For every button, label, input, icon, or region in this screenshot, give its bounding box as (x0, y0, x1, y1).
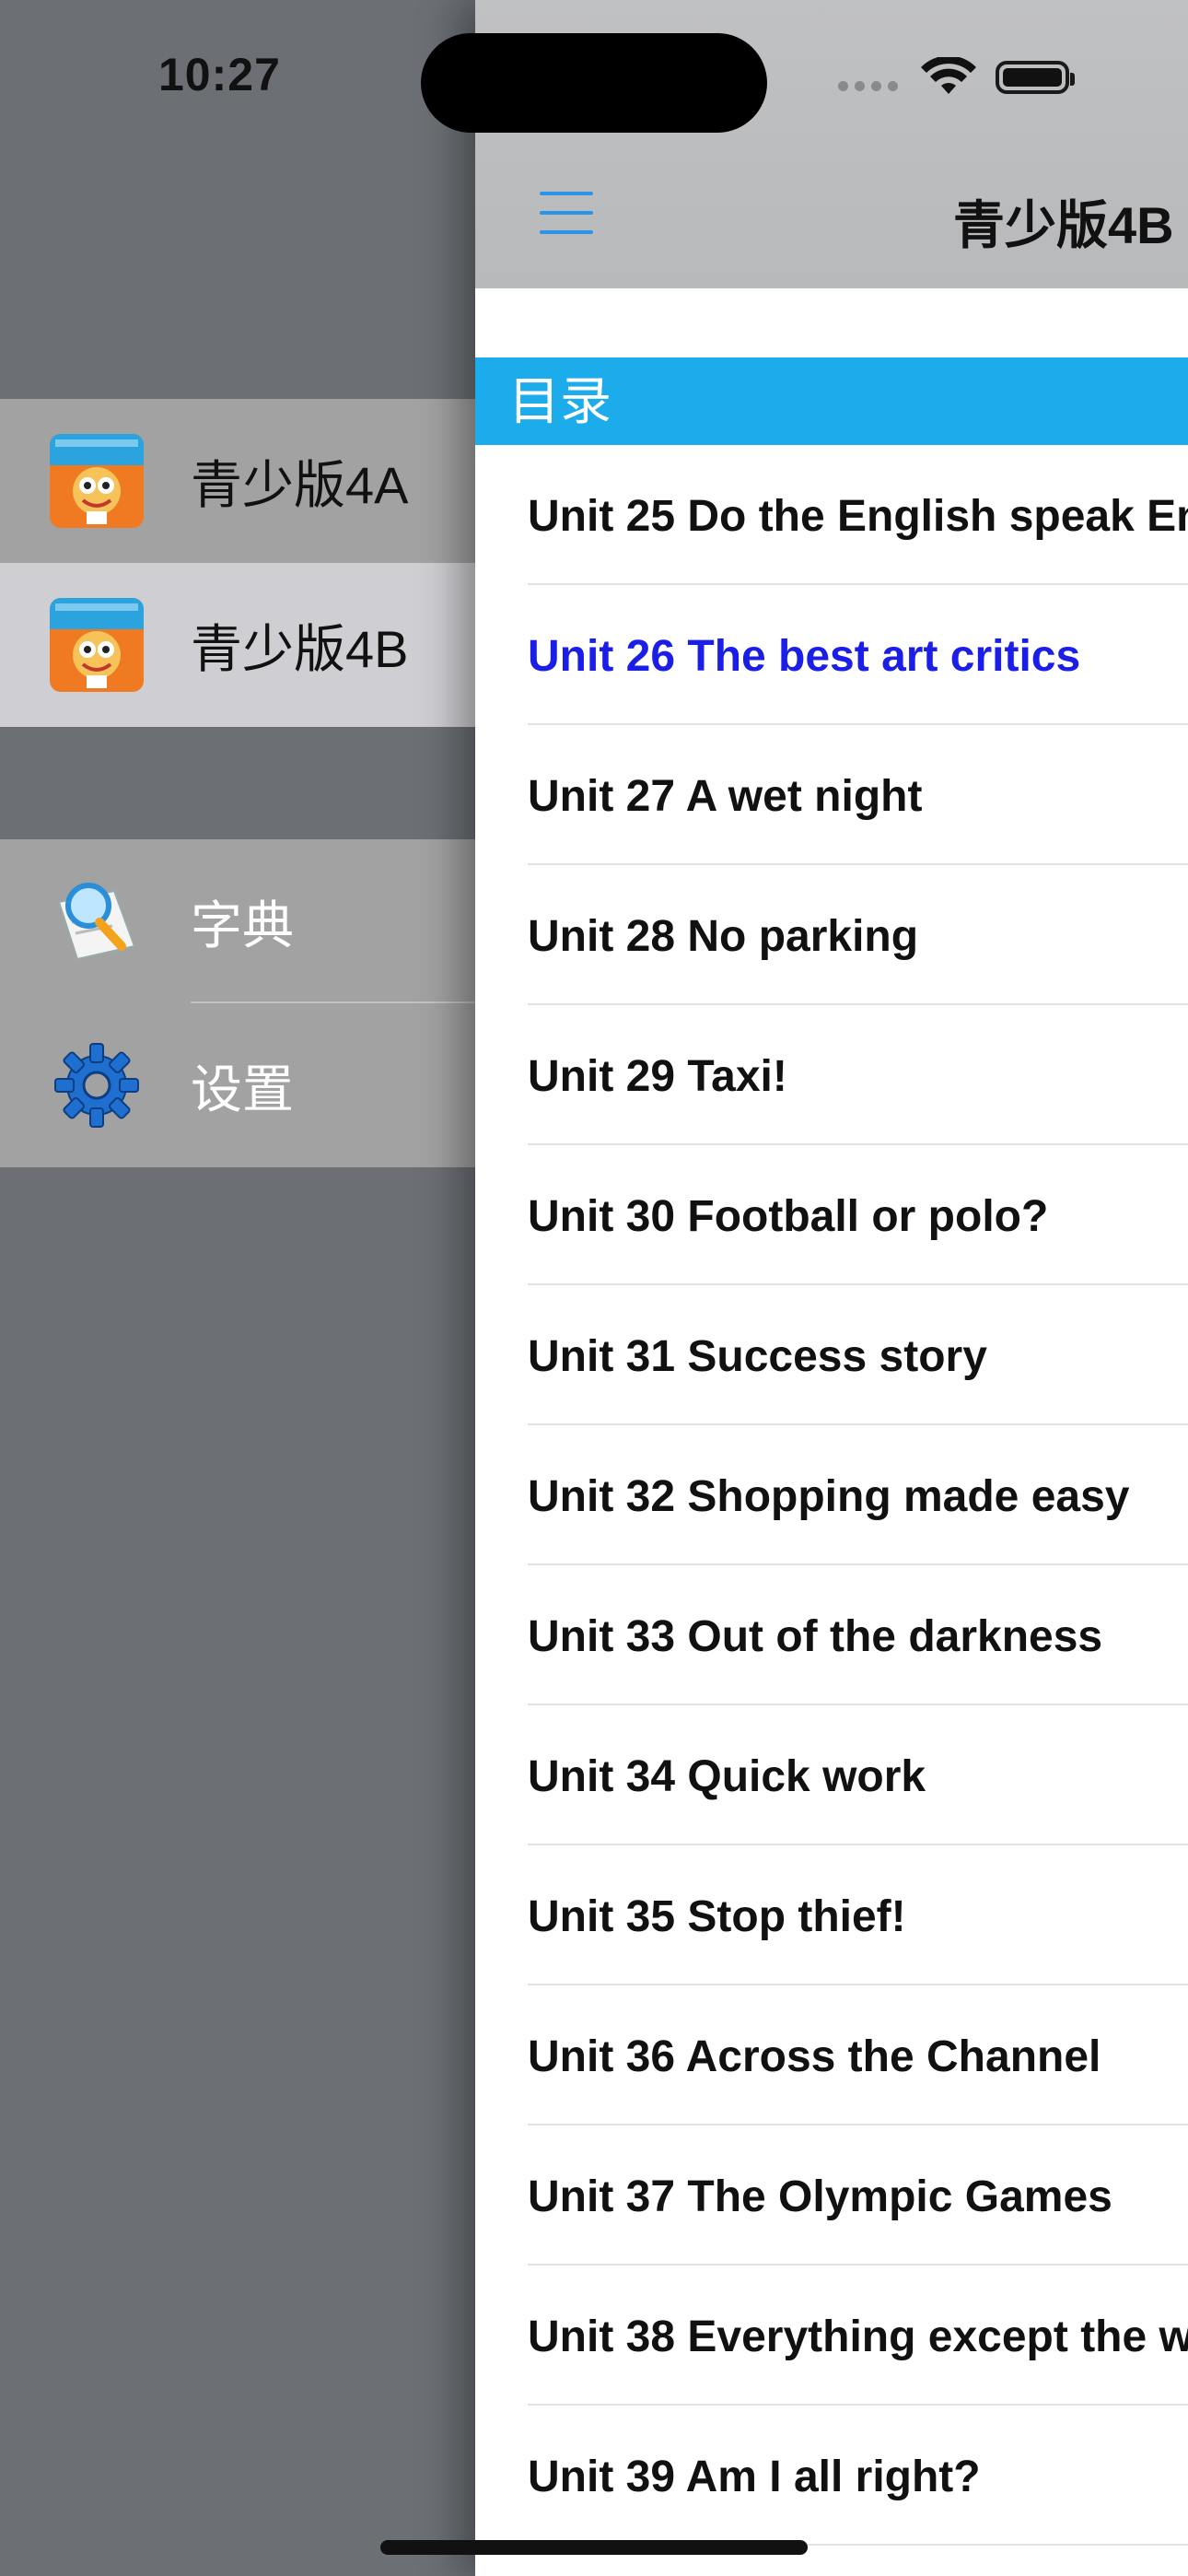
status-time: 10:27 (158, 49, 281, 100)
toc-item-label: Unit 27 A wet night (528, 772, 923, 821)
page-title: 青少版4B (953, 196, 1174, 254)
toc-item-label: Unit 38 Everything except the weather (528, 2313, 1188, 2361)
toc-item-label: Unit 25 Do the English speak English? (528, 492, 1188, 541)
menu-icon[interactable] (540, 192, 593, 236)
side-menu-tools: 字典 设置 (0, 839, 475, 1167)
toc-item-label: Unit 39 Am I all right? (528, 2453, 981, 2501)
menu-item-dictionary[interactable]: 字典 (0, 839, 475, 1003)
toc-item-label: Unit 36 Across the Channel (528, 2032, 1101, 2081)
menu-item-book-4b[interactable]: 青少版4B (0, 563, 475, 727)
toc-list-item[interactable]: Unit 34 Quick work (475, 1705, 1188, 1845)
toc-item-label: Unit 28 No parking (528, 912, 919, 961)
toc-item-label: Unit 29 Taxi! (528, 1052, 787, 1101)
side-menu-books: 青少版4A 青少版4B (0, 399, 475, 727)
gear-icon (50, 1038, 144, 1132)
toc-list-item[interactable]: Unit 38 Everything except the weather (475, 2266, 1188, 2406)
toc-item-label: Unit 35 Stop thief! (528, 1892, 906, 1941)
book-cover-icon (50, 598, 144, 692)
toc-list-item[interactable]: Unit 32 Shopping made easy (475, 1425, 1188, 1565)
toc-header: 目录 (475, 357, 1188, 445)
wifi-icon (921, 57, 976, 94)
toc-list-item[interactable]: Unit 31 Success story (475, 1285, 1188, 1425)
toc-list-item[interactable]: Unit 29 Taxi! (475, 1005, 1188, 1145)
toc-item-label: Unit 34 Quick work (528, 1752, 926, 1801)
toc-item-label: Unit 30 Football or polo? (528, 1192, 1049, 1241)
toc-list-item[interactable]: Unit 33 Out of the darkness (475, 1565, 1188, 1705)
book-cover-icon (50, 434, 144, 528)
menu-item-label: 青少版4A (191, 455, 409, 514)
battery-icon (996, 61, 1075, 94)
cellular-signal-icon (838, 80, 898, 91)
toc-item-label: Unit 32 Shopping made easy (528, 1472, 1130, 1521)
status-indicators (838, 57, 1075, 98)
menu-item-settings[interactable]: 设置 (0, 1003, 475, 1167)
toc-list-item[interactable]: Unit 37 The Olympic Games (475, 2125, 1188, 2266)
menu-item-label: 设置 (191, 1060, 294, 1118)
dictionary-icon (50, 874, 144, 968)
toc-list-item[interactable]: Unit 36 Across the Channel (475, 1985, 1188, 2125)
toc-list: Unit 25 Do the English speak English? Uni… (475, 445, 1188, 2546)
toc-list-item[interactable]: Unit 25 Do the English speak English? (475, 445, 1188, 585)
dynamic-island (421, 33, 767, 133)
toc-list-item[interactable]: Unit 28 No parking (475, 865, 1188, 1005)
menu-item-label: 字典 (191, 896, 294, 954)
toc-list-item[interactable]: Unit 39 Am I all right? (475, 2406, 1188, 2546)
toc-list-item[interactable]: Unit 30 Football or polo? (475, 1145, 1188, 1285)
toc-list-item[interactable]: Unit 26 The best art critics (475, 585, 1188, 725)
content-panel: 青少版4B 目录 Unit 25 Do the English speak En… (475, 0, 1188, 2576)
toc-item-label: Unit 26 The best art critics (528, 632, 1081, 681)
menu-item-label: 青少版4B (191, 619, 409, 678)
toc-list-item[interactable]: Unit 27 A wet night (475, 725, 1188, 865)
home-indicator[interactable] (380, 2540, 808, 2555)
menu-item-book-4a[interactable]: 青少版4A (0, 399, 475, 563)
toc-item-label: Unit 31 Success story (528, 1332, 987, 1381)
toc-item-label: Unit 37 The Olympic Games (528, 2172, 1112, 2221)
toc-item-label: Unit 33 Out of the darkness (528, 1612, 1103, 1661)
toc-list-item[interactable]: Unit 35 Stop thief! (475, 1845, 1188, 1985)
